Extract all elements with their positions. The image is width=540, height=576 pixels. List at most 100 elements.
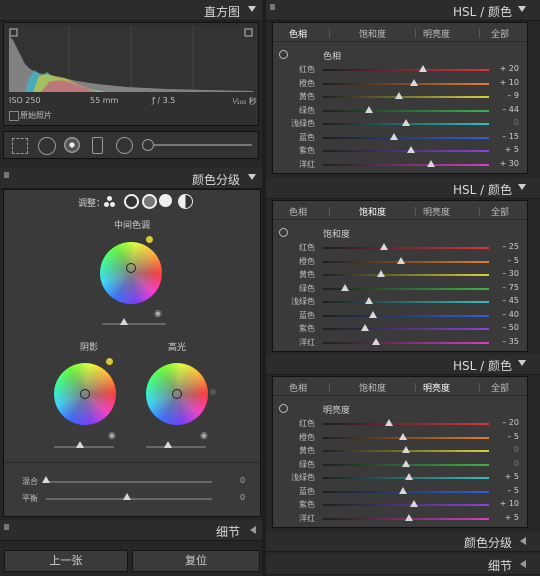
tab-luminance[interactable]: 明亮度 (423, 205, 450, 218)
slider-track-green[interactable] (323, 109, 489, 112)
detail-header-right[interactable]: 细节 (266, 554, 540, 575)
slider-value-aqua[interactable]: – 45 (495, 296, 519, 305)
slider-thumb-red[interactable] (385, 419, 394, 426)
midtones-wheel-handle[interactable] (126, 263, 136, 273)
slider-value-aqua[interactable]: + 5 (495, 472, 519, 481)
slider-value-yellow[interactable]: 0 (495, 445, 519, 454)
highlights-hue-marker[interactable] (210, 389, 216, 395)
highlights-wheel-handle[interactable] (172, 389, 182, 399)
slider-thumb-yellow[interactable] (402, 446, 410, 453)
slider-thumb-purple[interactable] (360, 324, 369, 331)
slider-value-purple[interactable]: + 10 (495, 499, 519, 508)
slider-thumb-orange[interactable] (398, 432, 407, 440)
tab-saturation[interactable]: 饱和度 (359, 205, 386, 218)
slider-thumb-purple[interactable] (410, 500, 419, 507)
slider-track-red[interactable] (323, 423, 489, 425)
slider-thumb-magenta[interactable] (426, 159, 435, 167)
slider-track-purple[interactable] (323, 504, 489, 506)
slider-value-magenta[interactable]: + 30 (495, 159, 519, 168)
crop-tool-icon[interactable] (12, 138, 28, 154)
slider-thumb-blue[interactable] (390, 132, 399, 140)
red-eye-icon[interactable] (64, 137, 80, 153)
slider-value-magenta[interactable]: – 35 (495, 337, 519, 346)
panel-switch-icon[interactable] (270, 4, 275, 10)
target-adjust-icon[interactable] (279, 228, 288, 237)
slider-thumb-blue[interactable] (368, 310, 377, 318)
slider-thumb-orange[interactable] (410, 78, 419, 86)
slider-thumb-green[interactable] (340, 283, 349, 291)
slider-track-blue[interactable] (323, 136, 489, 139)
hsl-header-1[interactable]: HSL / 颜色 (266, 0, 540, 21)
midtones-luminance-thumb[interactable] (120, 318, 128, 325)
reset-button[interactable]: 复位 (132, 550, 260, 572)
collapse-triangle-icon[interactable] (518, 360, 526, 366)
eye-icon[interactable]: ◉ (154, 309, 162, 319)
panel-switch-icon[interactable] (4, 172, 9, 178)
collapse-triangle-icon[interactable] (248, 6, 256, 12)
slider-track-purple[interactable] (323, 328, 489, 330)
color-grading-header[interactable]: 颜色分级 (0, 168, 262, 189)
midtones-hue-marker[interactable] (146, 236, 153, 243)
slider-value-red[interactable]: – 25 (495, 242, 519, 251)
slider-value-orange[interactable]: – 5 (495, 256, 519, 265)
detail-header[interactable]: 细节 (0, 520, 262, 541)
panel-switch-icon[interactable] (4, 524, 9, 530)
slider-value-yellow[interactable]: – 30 (495, 269, 519, 278)
brush-size-track[interactable] (154, 144, 252, 146)
color-grading-header-right[interactable]: 颜色分级 (266, 531, 540, 552)
tab-hue[interactable]: 色相 (289, 381, 307, 394)
midtones-mode-icon[interactable] (142, 194, 157, 209)
slider-thumb-green[interactable] (402, 459, 410, 467)
slider-value-orange[interactable]: – 5 (495, 432, 519, 441)
tab-luminance[interactable]: 明亮度 (423, 27, 450, 40)
highlights-luminance-track[interactable] (146, 446, 206, 448)
slider-thumb-purple[interactable] (406, 146, 415, 153)
slider-value-magenta[interactable]: + 5 (495, 513, 519, 522)
blending-slider-thumb[interactable] (42, 476, 50, 483)
hsl-header-2[interactable]: HSL / 颜色 (266, 178, 540, 199)
slider-thumb-red[interactable] (380, 243, 389, 250)
expand-triangle-icon[interactable] (520, 560, 526, 568)
tab-all[interactable]: 全部 (491, 27, 509, 40)
shadows-luminance-thumb[interactable] (76, 441, 84, 448)
shadows-color-wheel[interactable] (54, 363, 116, 425)
tab-hue[interactable]: 色相 (289, 205, 307, 218)
collapse-triangle-icon[interactable] (248, 174, 256, 180)
blending-slider-track[interactable] (46, 481, 212, 483)
midtones-luminance-track[interactable] (102, 323, 166, 325)
shadows-wheel-handle[interactable] (80, 389, 90, 399)
slider-track-magenta[interactable] (323, 163, 489, 166)
slider-track-red[interactable] (323, 69, 489, 71)
slider-value-green[interactable]: – 44 (495, 105, 519, 114)
slider-value-orange[interactable]: + 10 (495, 78, 519, 87)
slider-track-magenta[interactable] (323, 341, 489, 344)
slider-thumb-green[interactable] (365, 105, 374, 113)
spot-removal-icon[interactable] (38, 137, 56, 155)
expand-triangle-icon[interactable] (250, 526, 256, 534)
shadows-luminance-track[interactable] (54, 446, 114, 448)
expand-triangle-icon[interactable] (520, 537, 526, 545)
original-photo-checkbox[interactable] (9, 111, 19, 121)
collapse-triangle-icon[interactable] (518, 184, 526, 190)
slider-value-red[interactable]: – 20 (495, 418, 519, 427)
balance-slider-thumb[interactable] (123, 493, 131, 500)
slider-track-red[interactable] (323, 247, 489, 249)
target-adjust-icon[interactable] (279, 404, 288, 413)
slider-thumb-magenta[interactable] (405, 513, 414, 521)
slider-thumb-aqua[interactable] (402, 119, 410, 126)
midtones-color-wheel[interactable] (100, 242, 162, 304)
histogram-header[interactable]: 直方图 (0, 0, 262, 21)
eye-icon[interactable]: ◉ (108, 431, 116, 441)
collapse-triangle-icon[interactable] (518, 6, 526, 12)
shadows-mode-icon[interactable] (124, 194, 139, 209)
slider-thumb-aqua[interactable] (365, 297, 374, 304)
tab-luminance[interactable]: 明亮度 (423, 381, 450, 394)
highlights-color-wheel[interactable] (146, 363, 208, 425)
slider-value-yellow[interactable]: – 9 (495, 91, 519, 100)
global-mode-icon[interactable] (178, 194, 193, 209)
slider-track-aqua[interactable] (323, 301, 489, 303)
tab-saturation[interactable]: 饱和度 (359, 381, 386, 394)
slider-track-orange[interactable] (323, 82, 489, 85)
slider-track-orange[interactable] (323, 260, 489, 263)
slider-value-blue[interactable]: – 5 (495, 486, 519, 495)
